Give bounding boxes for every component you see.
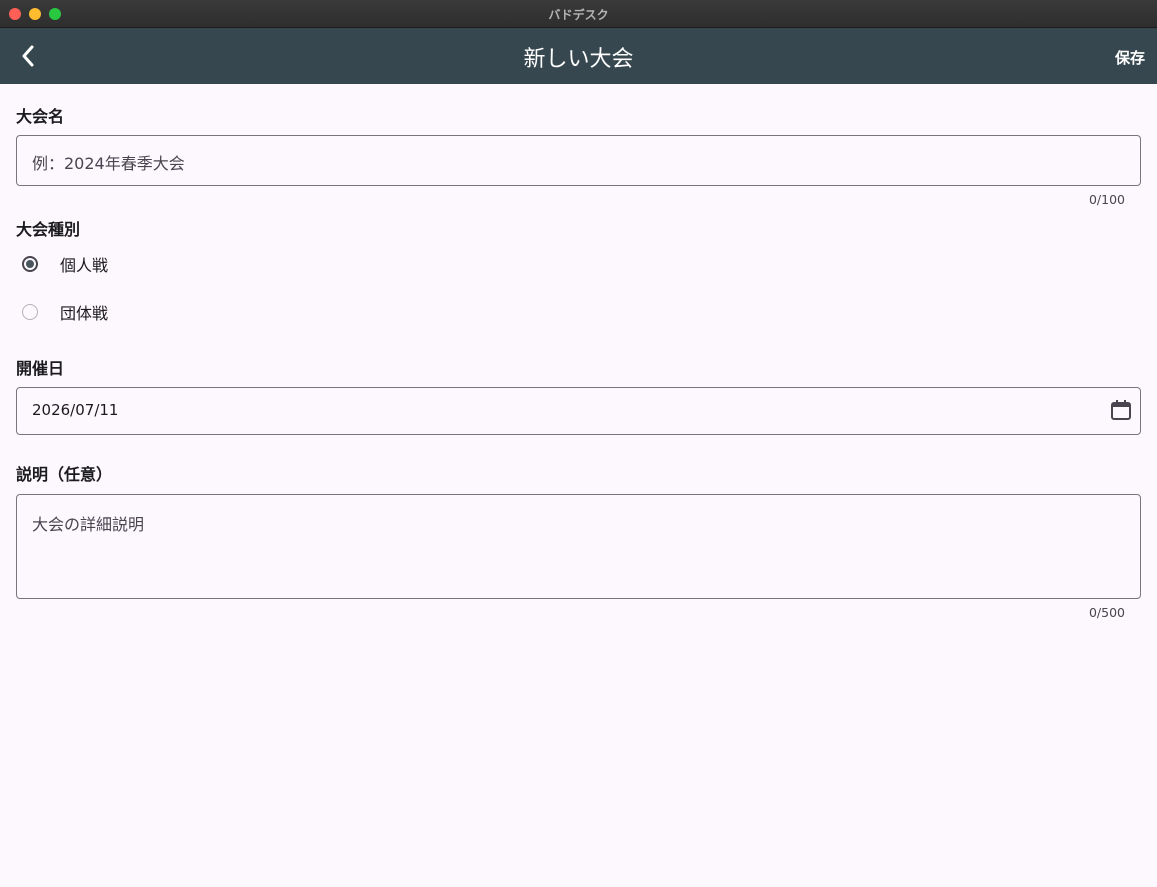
page-title: 新しい大会 [523,47,634,72]
event-date-value: 2026/07/11 [32,401,119,419]
tournament-type-label: 大会種別 [16,220,81,239]
description-label: 説明（任意） [16,465,113,484]
description-textarea[interactable]: 大会の詳細説明 [16,494,1141,599]
window-title: バドデスク [548,8,609,22]
event-date-label: 開催日 [16,359,65,378]
description-placeholder: 大会の詳細説明 [32,515,145,534]
radio-team[interactable]: 団体戦 [22,300,108,324]
tournament-name-counter: 0/100 [1088,192,1125,207]
radio-individual-indicator[interactable] [22,256,38,272]
tournament-name-field[interactable]: 例：2024年春季大会 [16,135,1141,186]
description-counter: 0/500 [1088,605,1125,620]
tournament-name-placeholder: 例：2024年春季大会 [32,154,185,173]
calendar-icon [1111,400,1131,420]
save-button[interactable]: 保存 [1115,47,1145,68]
tournament-name-label: 大会名 [16,107,65,126]
window-titlebar: バドデスク [0,0,1157,28]
radio-individual[interactable]: 個人戦 [22,252,108,276]
radio-team-indicator[interactable] [22,304,38,320]
radio-individual-label: 個人戦 [60,256,109,275]
radio-team-label: 団体戦 [60,304,109,323]
app-bar: 新しい大会 保存 [0,28,1157,84]
event-date-field[interactable]: 2026/07/11 [16,387,1141,435]
calendar-button[interactable] [1110,399,1132,421]
